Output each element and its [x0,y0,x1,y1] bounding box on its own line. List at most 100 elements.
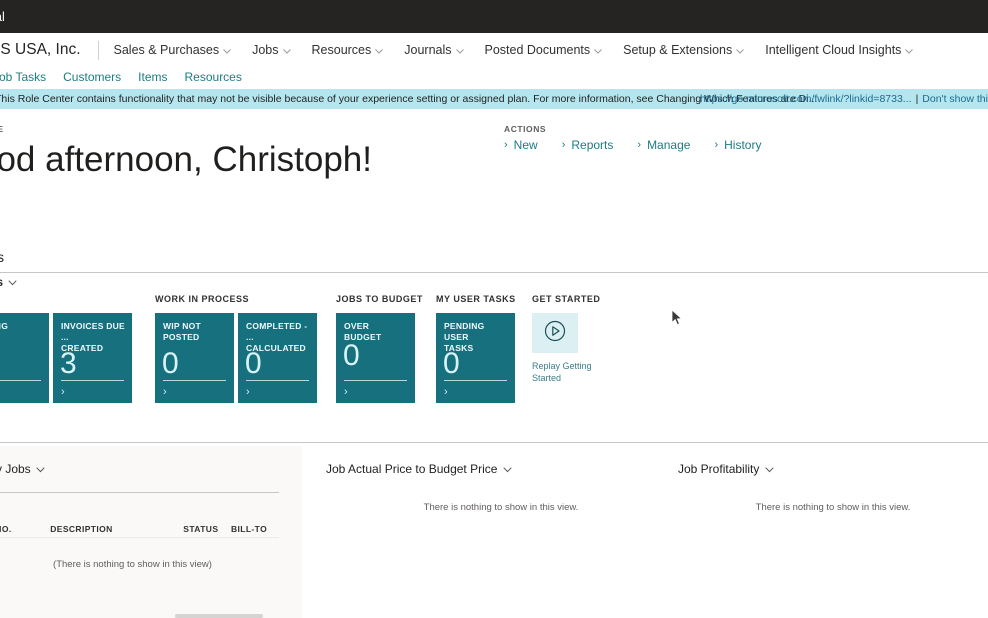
chevron-down-icon [282,43,291,57]
action-manage[interactable]: › Manage [637,138,690,152]
chevron-down-icon [594,43,602,57]
my-jobs-panel: My Jobs B NO. DESCRIPTION STATUS BILL-TO… [0,446,302,618]
info-banner-actions: https://go.microsoft.com/fwlink/?linkid=… [700,89,988,109]
insights-section-title: hts [0,420,988,435]
action-reports[interactable]: › Reports [562,138,614,152]
nav-item-setup-extensions[interactable]: Setup & Extensions [623,43,745,57]
chevron-down-icon [375,43,384,57]
action-label: Reports [571,138,614,152]
horizontal-scrollbar[interactable] [175,614,263,618]
job-actual-price-to-budget-price-panel: Job Actual Price to Budget Price There i… [326,446,676,618]
cue-tile-row: OMING ICES › INVOICES DUE ... CREATED 3 … [0,313,136,403]
chevron-down-icon [765,462,775,476]
app-title-bar: al [0,0,988,33]
subnav-item-job-tasks[interactable]: Job Tasks [0,70,46,84]
job-profitability-panel: Job Profitability There is nothing to sh… [678,446,988,618]
column-header-job-no[interactable]: B NO. [0,524,50,534]
subnav-item-items[interactable]: Items [138,70,167,84]
nav-item-label: Jobs [252,43,279,57]
activities-cue-header[interactable]: ities [0,277,17,289]
my-jobs-title: My Jobs [0,462,31,476]
chevron-down-icon [736,43,745,57]
chevron-right-icon: › [714,139,719,151]
chevron-right-icon: › [561,139,566,151]
column-header-status[interactable]: STATUS [183,524,231,534]
nav-item-intelligent-cloud-insights[interactable]: Intelligent Cloud Insights [765,43,914,57]
chart-title: Job Actual Price to Budget Price [326,462,498,476]
action-history[interactable]: › History [714,138,761,152]
tile-caption: OMING ICES [0,321,9,331]
replay-getting-started-button[interactable] [532,313,578,353]
action-label: New [513,138,538,152]
info-banner-separator: | [915,93,919,105]
info-banner: This Role Center contains functionality … [0,89,988,109]
my-jobs-table-header: B NO. DESCRIPTION STATUS BILL-TO [0,524,286,534]
my-jobs-header[interactable]: My Jobs [0,446,302,476]
info-banner-link[interactable]: https://go.microsoft.com/fwlink/?linkid=… [700,93,912,105]
tile-completed-calculated[interactable]: COMPLETED - ... CALCULATED 0 › [238,313,317,403]
chevron-right-icon: › [504,139,508,151]
chevron-right-icon[interactable]: › [61,387,65,398]
column-header-bill-to[interactable]: BILL-TO [231,524,286,534]
cue-tile-groups: CING OMING ICES › INVOICES DUE ... CREAT… [0,294,988,403]
action-new[interactable]: › New [504,138,538,152]
nav-item-label: Posted Documents [484,43,591,57]
activities-cue-label: ities [0,277,3,289]
chart-empty-message: There is nothing to show in this view. [755,502,911,513]
cue-group-invoicing: CING OMING ICES › INVOICES DUE ... CREAT… [0,294,136,403]
cue-group-jobs-to-budget: JOBS TO BUDGET OVER BUDGET 0 › [336,294,423,403]
tile-over-budget[interactable]: OVER BUDGET 0 › [336,313,415,403]
chevron-right-icon[interactable]: › [163,387,167,398]
play-circle-icon [543,319,567,348]
headline-group-label: LINE [0,124,4,134]
cue-group-my-user-tasks: MY USER TASKS PENDING USER TASKS 0 › [436,294,519,403]
dismiss-banner-link[interactable]: Don't show this aga... [922,93,988,105]
tile-value: 0 [443,347,460,380]
insights-body: My Jobs B NO. DESCRIPTION STATUS BILL-TO… [0,446,988,618]
nav-item-sales-purchases[interactable]: Sales & Purchases [114,43,232,57]
job-actual-price-chart-header[interactable]: Job Actual Price to Budget Price [326,446,676,476]
nav-item-label: Intelligent Cloud Insights [765,43,902,57]
nav-item-label: Sales & Purchases [113,43,220,57]
cue-tile-row: OVER BUDGET 0 › [336,313,423,403]
cue-group-label: WORK IN PROCESS [155,294,250,304]
tile-rule [344,380,407,381]
tile-rule [61,380,124,381]
nav-divider [97,40,99,60]
subnav-item-resources[interactable]: Resources [185,70,242,84]
primary-nav-row: NUS USA, Inc. Sales & Purchases Jobs Res… [0,33,934,67]
cue-group-label: MY USER TASKS [436,294,516,304]
chevron-down-icon [503,462,513,476]
nav-item-journals[interactable]: Journals [404,43,464,57]
tile-incoming-document-invoices[interactable]: OMING ICES › [0,313,49,403]
nav-item-jobs[interactable]: Jobs [252,43,291,57]
tile-rule [246,380,309,381]
tile-wip-not-posted[interactable]: WIP NOT POSTED 0 › [155,313,234,403]
tile-invoices-due-created[interactable]: INVOICES DUE ... CREATED 3 › [53,313,132,403]
action-label: Manage [647,138,691,152]
tile-value: 0 [162,347,179,380]
chevron-down-icon [905,43,914,57]
tile-value: 0 [343,339,360,372]
subnav-item-customers[interactable]: Customers [63,70,121,84]
tile-caption: WIP NOT POSTED [163,321,201,343]
activities-section: ities ities CING OMING ICES › [0,250,988,403]
table-header-rule [0,537,279,538]
column-header-description[interactable]: DESCRIPTION [50,524,183,534]
cue-tile-row: WIP NOT POSTED 0 › COMPLETED - ... CALCU… [155,313,321,403]
tile-pending-user-tasks[interactable]: PENDING USER TASKS 0 › [436,313,515,403]
chevron-right-icon[interactable]: › [344,387,348,398]
nav-item-posted-documents[interactable]: Posted Documents [485,43,603,57]
cue-group-work-in-process: WORK IN PROCESS WIP NOT POSTED 0 › COMPL… [155,294,321,403]
app-title: al [0,9,5,24]
nav-item-resources[interactable]: Resources [312,43,384,57]
job-profitability-chart-header[interactable]: Job Profitability [678,446,988,476]
info-banner-message: This Role Center contains functionality … [0,93,818,105]
headline-zone: LINE ood afternoon, Christoph! ACTIONS ›… [0,118,988,238]
company-name[interactable]: NUS USA, Inc. [0,41,81,59]
chevron-right-icon[interactable]: › [444,387,448,398]
cue-tile-row: PENDING USER TASKS 0 › [436,313,519,403]
chevron-down-icon [8,277,17,289]
nav-item-label: Journals [404,43,452,57]
chevron-right-icon[interactable]: › [246,387,250,398]
